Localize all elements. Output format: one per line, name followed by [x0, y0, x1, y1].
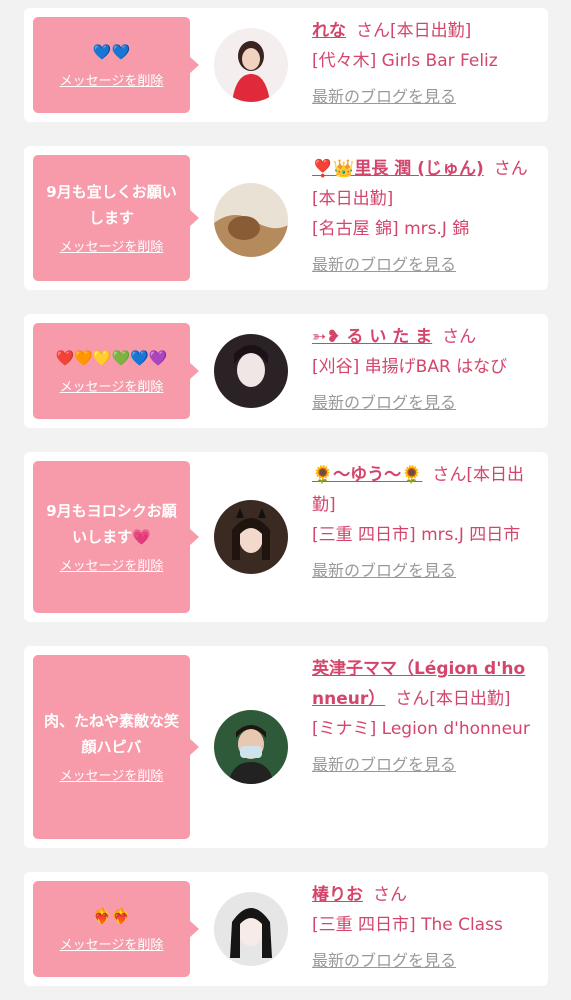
message-bubble: 肉、たねや素敵な笑顔ハピバ メッセージを削除: [33, 655, 199, 839]
avatar[interactable]: [214, 334, 288, 408]
shop-name: [ミナミ] Legion d'honneur: [312, 719, 530, 739]
shop-name: [刈谷] 串揚げBAR はなび: [312, 357, 508, 377]
cast-name-link[interactable]: ❣️👑里長 潤 (じゅん): [312, 159, 484, 179]
shop-name: [代々木] Girls Bar Feliz: [312, 51, 498, 71]
delete-message-link[interactable]: メッセージを削除: [60, 73, 164, 91]
shop-name: [三重 四日市] The Class: [312, 915, 503, 935]
delete-message-link[interactable]: メッセージを削除: [60, 768, 164, 786]
cast-name-link[interactable]: ➳❥ る い た ま: [312, 327, 432, 347]
avatar-image: [214, 28, 288, 102]
profile-info: ❣️👑里長 潤 (じゅん) さん[本日出勤] [名古屋 錦] mrs.J 錦 最新…: [312, 154, 536, 280]
cast-suffix: さん[本日出勤]: [356, 21, 472, 41]
avatar-image: [214, 500, 288, 574]
avatar-image: [214, 334, 288, 408]
profile-info: れな さん[本日出勤] [代々木] Girls Bar Feliz 最新のブログを…: [312, 16, 536, 112]
cast-suffix: さん: [442, 327, 477, 347]
message-card: ❤️🧡💛💚💙💜 メッセージを削除 ➳❥ る い た まさん [刈谷] 串揚げBA…: [24, 314, 548, 428]
message-text: 9月もヨロシクお願いします💗: [46, 502, 177, 546]
delete-message-link[interactable]: メッセージを削除: [60, 239, 164, 257]
shop-name: [名古屋 錦] mrs.J 錦: [312, 219, 470, 239]
shop-name: [三重 四日市] mrs.J 四日市: [312, 525, 521, 545]
avatar[interactable]: [214, 28, 288, 102]
profile-info: 英津子ママ（Légion d'honneur） さん[本日出勤] [ミナミ] Le…: [312, 654, 536, 780]
latest-blog-link[interactable]: 最新のブログを見る: [312, 82, 456, 112]
latest-blog-link[interactable]: 最新のブログを見る: [312, 750, 456, 780]
message-bubble: 9月もヨロシクお願いします💗 メッセージを削除: [33, 461, 199, 613]
cast-suffix: さん[本日出勤]: [395, 689, 511, 709]
delete-message-link[interactable]: メッセージを削除: [60, 558, 164, 576]
latest-blog-link[interactable]: 最新のブログを見る: [312, 556, 456, 586]
avatar[interactable]: [214, 892, 288, 966]
cast-name-link[interactable]: 椿りお: [312, 885, 363, 905]
message-text: 9月も宜しくお願いします: [46, 183, 177, 227]
message-text: 💙💙: [92, 43, 131, 61]
message-bubble: 💙💙 メッセージを削除: [33, 17, 199, 113]
message-card: 9月も宜しくお願いします メッセージを削除 ❣️👑里長 潤 (じゅん) さん[本日…: [24, 146, 548, 290]
cast-name-link[interactable]: 🌻〜ゆう〜🌻: [312, 465, 422, 485]
latest-blog-link[interactable]: 最新のブログを見る: [312, 250, 456, 280]
avatar[interactable]: [214, 500, 288, 574]
avatar[interactable]: [214, 710, 288, 784]
message-text: 肉、たねや素敵な笑顔ハピバ: [43, 712, 179, 756]
profile-info: 🌻〜ゆう〜🌻 さん[本日出勤] [三重 四日市] mrs.J 四日市 最新のブログ…: [312, 460, 536, 586]
delete-message-link[interactable]: メッセージを削除: [60, 379, 164, 397]
delete-message-link[interactable]: メッセージを削除: [60, 937, 164, 955]
message-card: 💙💙 メッセージを削除 れな さん[本日出勤] [代々木] Girls Bar F…: [24, 8, 548, 122]
profile-info: ➳❥ る い た まさん [刈谷] 串揚げBAR はなび 最新のブログを見る: [312, 322, 536, 418]
message-card: 9月もヨロシクお願いします💗 メッセージを削除 🌻〜ゆう〜🌻 さん[本日出勤] […: [24, 452, 548, 622]
latest-blog-link[interactable]: 最新のブログを見る: [312, 946, 456, 976]
profile-info: 椿りお さん [三重 四日市] The Class 最新のブログを見る: [312, 880, 536, 976]
message-card: 肉、たねや素敵な笑顔ハピバ メッセージを削除 英津子ママ（Légion d'ho…: [24, 646, 548, 848]
message-bubble: ❤️🧡💛💚💙💜 メッセージを削除: [33, 323, 199, 419]
message-bubble: ❤️‍🔥❤️‍🔥 メッセージを削除: [33, 881, 199, 977]
latest-blog-link[interactable]: 最新のブログを見る: [312, 388, 456, 418]
cast-suffix: さん: [373, 885, 407, 905]
message-card: ❤️‍🔥❤️‍🔥 メッセージを削除 椿りお さん [三重 四日市] The Cla…: [24, 872, 548, 986]
cast-name-link[interactable]: れな: [312, 21, 346, 41]
avatar-image: [214, 892, 288, 966]
avatar-image: [214, 183, 288, 257]
message-text: ❤️🧡💛💚💙💜: [55, 349, 168, 367]
avatar-image: [214, 710, 288, 784]
message-bubble: 9月も宜しくお願いします メッセージを削除: [33, 155, 199, 281]
message-list: 💙💙 メッセージを削除 れな さん[本日出勤] [代々木] Girls Bar F…: [0, 0, 571, 1000]
message-text: ❤️‍🔥❤️‍🔥: [92, 907, 131, 925]
avatar[interactable]: [214, 183, 288, 257]
